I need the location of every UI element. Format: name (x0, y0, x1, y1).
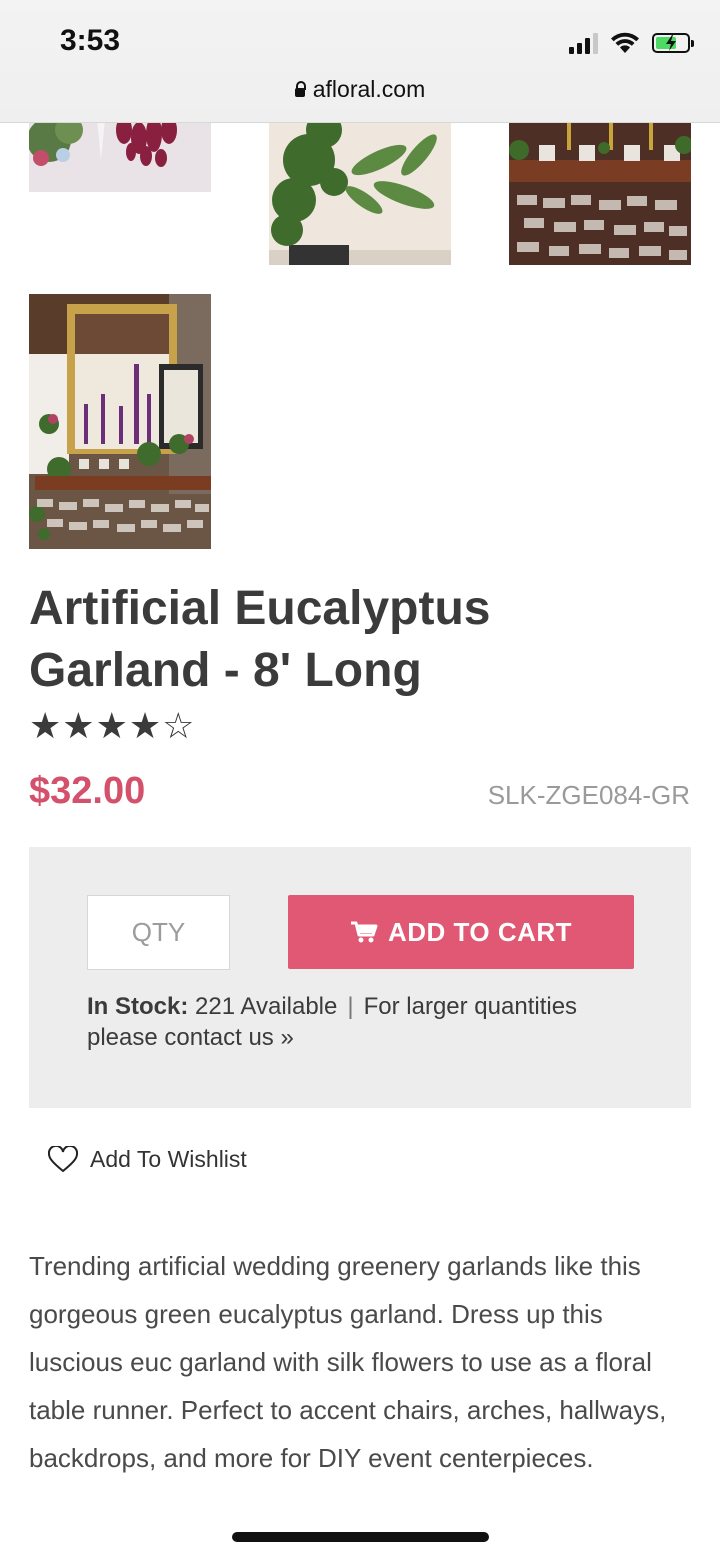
add-to-cart-label: ADD TO CART (387, 916, 573, 947)
product-price: $32.00 (29, 770, 146, 812)
signal-icon (569, 32, 598, 54)
product-title: Artificial Eucalyptus Garland - 8' Long (29, 582, 491, 697)
status-time: 3:53 (60, 24, 121, 57)
browser-status-bar: 3:53 afloral.com (0, 0, 720, 123)
lock-icon (294, 81, 306, 97)
larger-qty-text: For larger quantities (363, 993, 578, 1020)
add-to-cart-panel: ADD TO CART In Stock: 221 Available | For … (29, 847, 691, 1108)
product-sku: SLK-ZGE084-GR (487, 780, 690, 810)
wifi-icon (611, 32, 639, 53)
star-empty-icon: ☆ (162, 705, 195, 746)
product-thumbnail-2[interactable] (269, 100, 451, 265)
battery-icon (652, 33, 694, 53)
wishlist-label: Add To Wishlist (90, 1146, 247, 1172)
quantity-input[interactable] (87, 895, 230, 970)
cart-icon (350, 921, 378, 943)
add-to-wishlist-button[interactable]: Add To Wishlist (48, 1146, 247, 1173)
status-icons (569, 30, 694, 56)
star-filled-icon: ★ (95, 705, 128, 746)
star-filled-icon: ★ (29, 705, 62, 746)
heart-icon (48, 1146, 78, 1173)
product-thumbnail-3[interactable] (509, 100, 691, 265)
star-filled-icon: ★ (128, 705, 162, 746)
stock-separator: | (347, 993, 354, 1020)
stock-value: 221 Available (195, 993, 338, 1020)
contact-us-link[interactable]: please contact us » (87, 1024, 294, 1051)
product-description: Trending artificial wedding greenery gar… (29, 1251, 667, 1473)
stock-label: In Stock: (87, 993, 189, 1020)
stock-info: In Stock: 221 Available | For larger quant… (87, 991, 647, 1053)
url-text: afloral.com (312, 76, 426, 102)
rating-stars[interactable]: ★ ★ ★ ★ ☆ (29, 706, 194, 746)
star-filled-icon: ★ (62, 705, 95, 746)
url-bar[interactable]: afloral.com (0, 76, 720, 103)
product-thumbnail-4[interactable] (29, 294, 211, 549)
home-indicator[interactable] (232, 1532, 489, 1542)
add-to-cart-button[interactable]: ADD TO CART (288, 895, 634, 969)
